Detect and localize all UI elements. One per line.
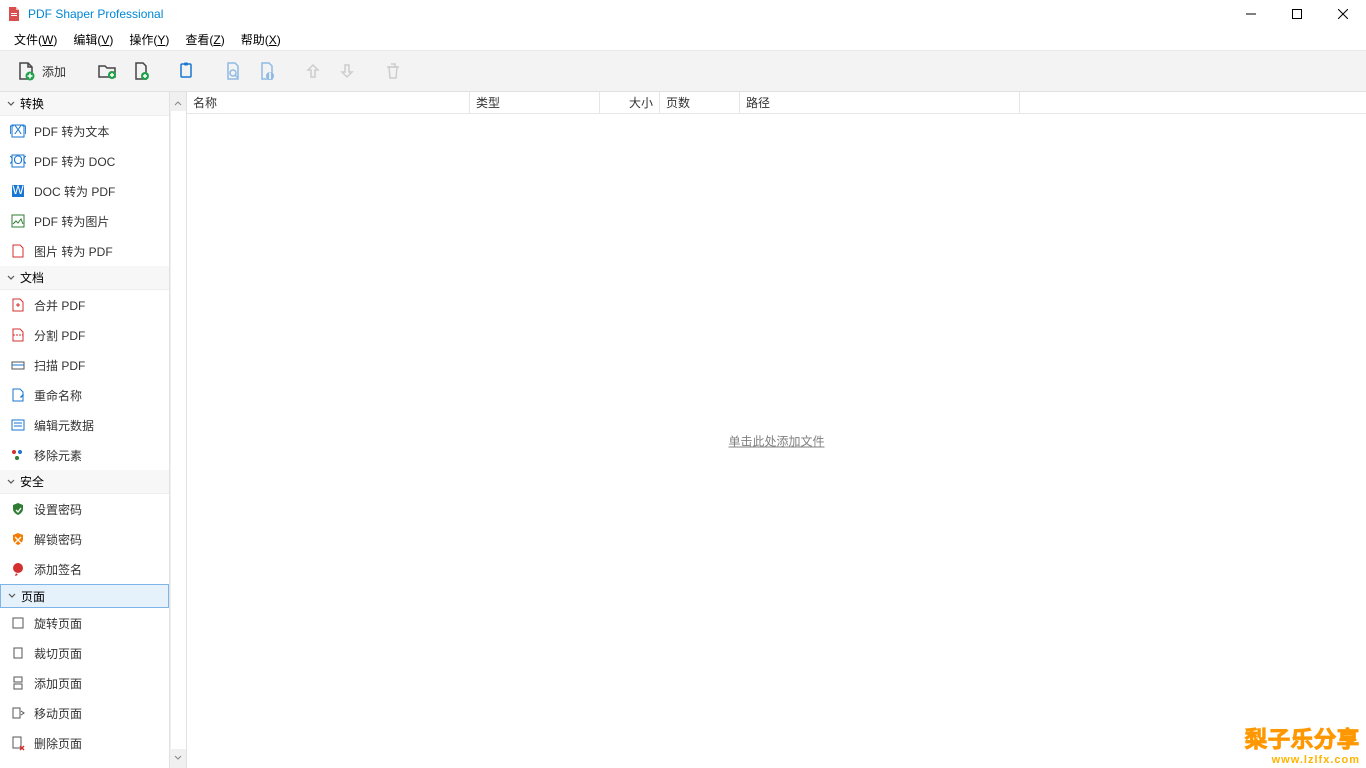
add-file-button[interactable] [126, 56, 156, 86]
sidebar-item-scan-pdf[interactable]: 扫描 PDF [0, 350, 169, 380]
svg-text:TXT: TXT [10, 123, 26, 137]
txt-icon: TXT [10, 123, 26, 139]
sidebar-group-label: 页面 [21, 588, 45, 605]
svg-text:DOC: DOC [10, 153, 26, 167]
split-icon [10, 327, 26, 343]
column-size[interactable]: 大小 [600, 92, 660, 113]
column-path[interactable]: 路径 [740, 92, 1020, 113]
sidebar-item-move-page[interactable]: 移动页面 [0, 698, 169, 728]
preview-button[interactable] [218, 56, 248, 86]
sidebar-group-label: 转换 [20, 95, 44, 112]
sidebar-item-rename[interactable]: 重命名称 [0, 380, 169, 410]
metadata-icon [10, 417, 26, 433]
menu-file[interactable]: 文件(W) [6, 29, 65, 50]
sidebar-group-security[interactable]: 安全 [0, 470, 169, 494]
sidebar-item-split-pdf[interactable]: 分割 PDF [0, 320, 169, 350]
close-button[interactable] [1320, 0, 1366, 28]
pdf-icon [10, 243, 26, 259]
chevron-down-icon [6, 478, 16, 486]
add-page-icon [10, 675, 26, 691]
move-down-button[interactable] [332, 56, 362, 86]
chevron-down-icon [7, 592, 17, 600]
sidebar-item-image-to-pdf[interactable]: 图片 转为 PDF [0, 236, 169, 266]
chevron-down-icon [6, 100, 16, 108]
menu-edit[interactable]: 编辑(V) [65, 29, 121, 50]
move-up-button[interactable] [298, 56, 328, 86]
sidebar-item-doc-to-pdf[interactable]: WDOC 转为 PDF [0, 176, 169, 206]
column-headers: 名称 类型 大小 页数 路径 [187, 92, 1366, 114]
sidebar-group-label: 安全 [20, 473, 44, 490]
image-icon [10, 213, 26, 229]
sidebar-item-delete-page[interactable]: 删除页面 [0, 728, 169, 758]
sidebar-group-page[interactable]: 页面 [0, 584, 169, 608]
doc-icon: DOC [10, 153, 26, 169]
scan-icon [10, 357, 26, 373]
menu-action[interactable]: 操作(Y) [121, 29, 177, 50]
add-folder-button[interactable] [92, 56, 122, 86]
shield-lock-icon [10, 501, 26, 517]
sidebar-scrollbar[interactable] [170, 92, 187, 768]
sidebar-item-set-password[interactable]: 设置密码 [0, 494, 169, 524]
column-type[interactable]: 类型 [470, 92, 600, 113]
shield-unlock-icon [10, 531, 26, 547]
scroll-up-icon[interactable] [170, 94, 187, 111]
menu-bar: 文件(W) 编辑(V) 操作(Y) 查看(Z) 帮助(X) [0, 28, 1366, 50]
sidebar-group-label: 文档 [20, 269, 44, 286]
delete-page-icon [10, 735, 26, 751]
window-title: PDF Shaper Professional [28, 7, 163, 21]
scroll-down-icon[interactable] [170, 749, 187, 766]
column-name[interactable]: 名称 [187, 92, 470, 113]
rotate-icon [10, 615, 26, 631]
column-pages[interactable]: 页数 [660, 92, 740, 113]
crop-icon [10, 645, 26, 661]
move-page-icon [10, 705, 26, 721]
sidebar-item-crop-page[interactable]: 裁切页面 [0, 638, 169, 668]
minimize-button[interactable] [1228, 0, 1274, 28]
sidebar-item-pdf-to-image[interactable]: PDF 转为图片 [0, 206, 169, 236]
rename-icon [10, 387, 26, 403]
sidebar-item-add-signature[interactable]: 添加签名 [0, 554, 169, 584]
chevron-down-icon [6, 274, 16, 282]
sidebar-item-edit-metadata[interactable]: 编辑元数据 [0, 410, 169, 440]
maximize-button[interactable] [1274, 0, 1320, 28]
sidebar-item-pdf-to-doc[interactable]: DOCPDF 转为 DOC [0, 146, 169, 176]
sidebar-item-remove-elements[interactable]: 移除元素 [0, 440, 169, 470]
add-button-label: 添加 [42, 63, 66, 80]
menu-view[interactable]: 查看(Z) [177, 29, 232, 50]
toolbar: 添加 i [0, 50, 1366, 92]
signature-icon [10, 561, 26, 577]
merge-icon [10, 297, 26, 313]
sidebar-item-add-page[interactable]: 添加页面 [0, 668, 169, 698]
title-bar: PDF Shaper Professional [0, 0, 1366, 28]
word-icon: W [10, 183, 26, 199]
svg-text:W: W [12, 183, 24, 197]
sidebar: 转换 TXTPDF 转为文本 DOCPDF 转为 DOC WDOC 转为 PDF… [0, 92, 170, 768]
remove-icon [10, 447, 26, 463]
sidebar-item-merge-pdf[interactable]: 合并 PDF [0, 290, 169, 320]
paste-button[interactable] [172, 56, 202, 86]
sidebar-item-rotate-page[interactable]: 旋转页面 [0, 608, 169, 638]
sidebar-group-document[interactable]: 文档 [0, 266, 169, 290]
sidebar-item-unlock-password[interactable]: 解锁密码 [0, 524, 169, 554]
add-button[interactable]: 添加 [10, 56, 76, 86]
delete-button[interactable] [378, 56, 408, 86]
app-icon [6, 6, 22, 22]
main-content: 名称 类型 大小 页数 路径 单击此处添加文件 [187, 92, 1366, 768]
menu-help[interactable]: 帮助(X) [233, 29, 289, 50]
file-list-area[interactable]: 单击此处添加文件 [187, 114, 1366, 768]
svg-text:i: i [268, 68, 271, 81]
info-button[interactable]: i [252, 56, 282, 86]
sidebar-group-convert[interactable]: 转换 [0, 92, 169, 116]
sidebar-item-pdf-to-text[interactable]: TXTPDF 转为文本 [0, 116, 169, 146]
add-files-link[interactable]: 单击此处添加文件 [728, 433, 824, 450]
